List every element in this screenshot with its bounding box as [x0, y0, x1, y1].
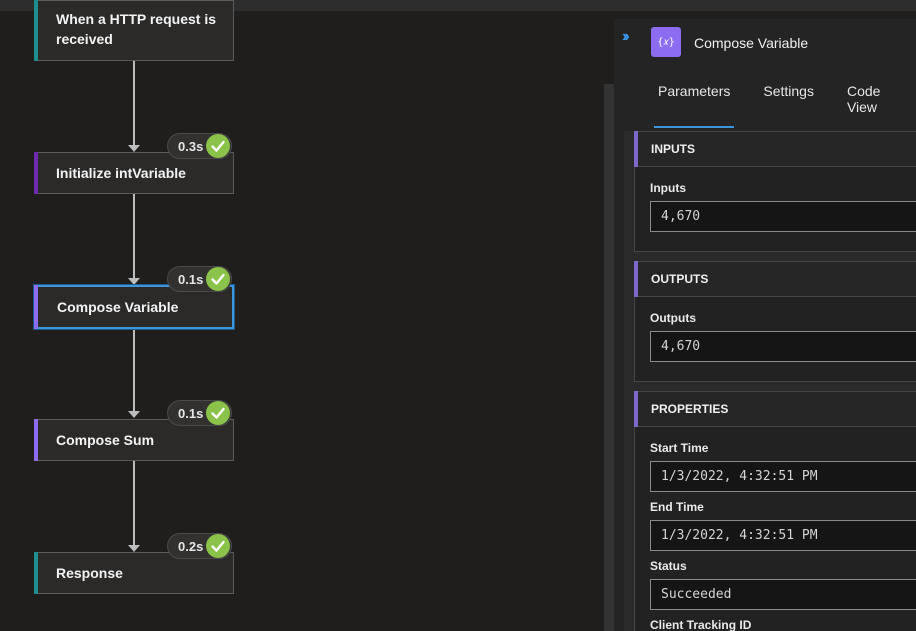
status-value: Succeeded: [650, 579, 916, 610]
run-duration-badge: 0.3s: [167, 133, 233, 159]
connector-arrow: [128, 278, 140, 285]
node-title: Response: [56, 565, 123, 581]
outputs-value: 4,670: [650, 331, 916, 362]
run-duration-badge: 0.2s: [167, 533, 233, 559]
end-time-label: End Time: [650, 500, 704, 514]
connector: [133, 194, 135, 282]
connector: [133, 61, 135, 149]
success-check-icon: [206, 401, 231, 425]
properties-section-header[interactable]: PROPERTIES: [634, 391, 916, 427]
duration-text: 0.3s: [178, 138, 204, 154]
collapse-panel-icon[interactable]: ››: [622, 28, 629, 46]
canvas-scrollbar[interactable]: [604, 84, 614, 631]
node-accent: [34, 419, 38, 461]
panel-tabs: Parameters Settings Code View: [653, 83, 916, 128]
node-accent: [34, 285, 38, 329]
node-title: Compose Variable: [57, 299, 179, 315]
start-time-label: Start Time: [650, 441, 709, 455]
node-title: Compose Sum: [56, 432, 155, 448]
connector: [133, 461, 135, 549]
connector-arrow: [128, 145, 140, 152]
tab-parameters[interactable]: Parameters: [653, 83, 735, 128]
properties-header-text: PROPERTIES: [651, 402, 729, 416]
outputs-section: OUTPUTS Outputs 4,670: [634, 261, 916, 382]
inputs-label: Inputs: [650, 181, 686, 195]
duration-text: 0.1s: [178, 405, 204, 421]
run-duration-badge: 0.1s: [167, 400, 233, 426]
duration-text: 0.2s: [178, 538, 204, 554]
action-icon-glyph: {𝑥}: [657, 36, 675, 48]
node-title: Initialize intVariable: [56, 165, 186, 181]
success-check-icon: [206, 134, 231, 158]
details-panel: ›› {𝑥} Compose Variable Parameters Setti…: [614, 19, 916, 631]
node-accent: [34, 152, 38, 194]
flow-node-http-trigger[interactable]: When a HTTP request is received: [34, 0, 234, 61]
status-label: Status: [650, 559, 687, 573]
panel-body[interactable]: INPUTS Inputs 4,670 OUTPUTS Outputs 4,67…: [624, 131, 916, 631]
connector-arrow: [128, 545, 140, 552]
outputs-header-text: OUTPUTS: [651, 272, 709, 286]
tab-settings[interactable]: Settings: [763, 83, 814, 125]
compose-action-icon: {𝑥}: [651, 27, 681, 57]
inputs-value: 4,670: [650, 201, 916, 232]
start-time-value: 1/3/2022, 4:32:51 PM: [650, 461, 916, 492]
node-accent: [34, 0, 38, 61]
run-duration-badge: 0.1s: [167, 266, 233, 292]
outputs-section-header[interactable]: OUTPUTS: [634, 261, 916, 297]
success-check-icon: [206, 534, 231, 558]
inputs-section-header[interactable]: INPUTS: [634, 131, 916, 167]
end-time-value: 1/3/2022, 4:32:51 PM: [650, 520, 916, 551]
properties-section: PROPERTIES Start Time 1/3/2022, 4:32:51 …: [634, 391, 916, 631]
tab-code-view[interactable]: Code View: [847, 83, 883, 125]
outputs-label: Outputs: [650, 311, 696, 325]
connector-arrow: [128, 411, 140, 418]
node-title: When a HTTP request is received: [56, 11, 216, 47]
inputs-section: INPUTS Inputs 4,670: [634, 131, 916, 252]
client-tracking-id-label: Client Tracking ID: [650, 618, 752, 631]
panel-title: Compose Variable: [694, 35, 809, 51]
inputs-header-text: INPUTS: [651, 142, 696, 156]
success-check-icon: [206, 267, 231, 291]
node-accent: [34, 552, 38, 594]
flow-canvas[interactable]: When a HTTP request is received Initiali…: [0, 0, 604, 631]
connector: [133, 329, 135, 416]
duration-text: 0.1s: [178, 271, 204, 287]
